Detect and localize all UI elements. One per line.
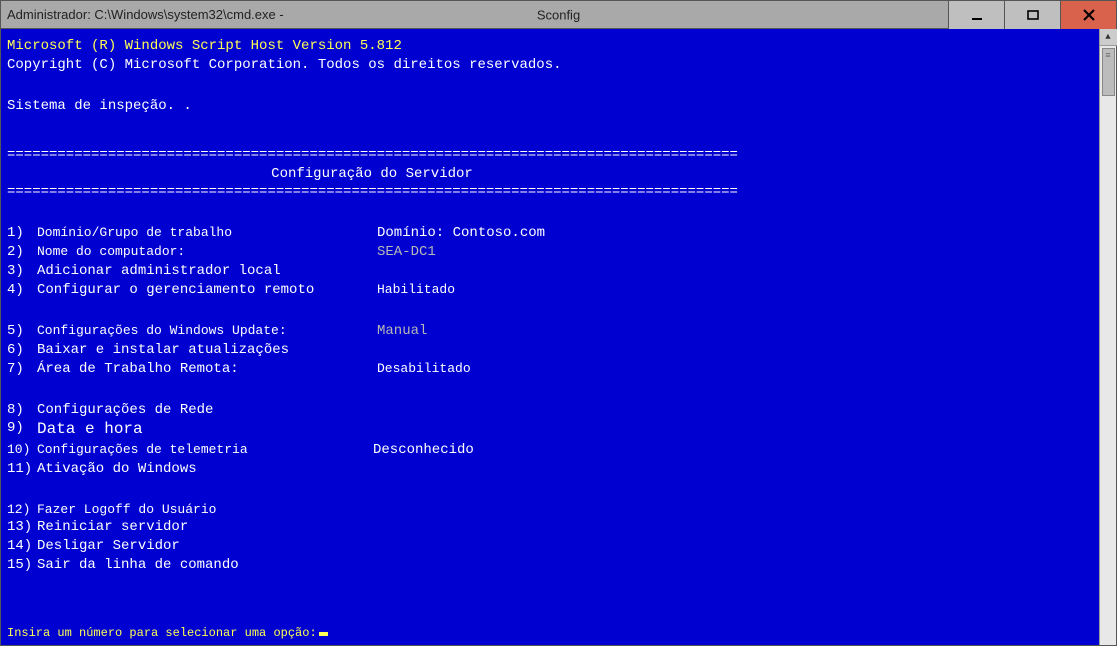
menu-item-4: 4) Configurar o gerenciamento remoto Hab… (7, 281, 1093, 300)
wsh-version: Microsoft (R) Windows Script Host Versio… (7, 37, 1093, 56)
window-buttons (948, 1, 1116, 29)
menu-item-3: 3) Adicionar administrador local (7, 262, 1093, 281)
scrollbar[interactable]: ▲ (1099, 29, 1116, 645)
scroll-up-button[interactable]: ▲ (1100, 29, 1117, 46)
menu-item-12: 12) Fazer Logoff do Usuário (7, 501, 1093, 519)
client-area: Microsoft (R) Windows Script Host Versio… (1, 29, 1116, 645)
console[interactable]: Microsoft (R) Windows Script Host Versio… (1, 29, 1099, 645)
menu-item-13: 13) Reiniciar servidor (7, 518, 1093, 537)
window-title: Administrador: C:\Windows\system32\cmd.e… (1, 7, 284, 22)
menu-item-9: 9) Data e hora (7, 419, 1093, 441)
section-title: Configuração do Servidor (7, 165, 737, 184)
prompt[interactable]: Insira um número para selecionar uma opç… (7, 625, 328, 641)
menu-item-14: 14) Desligar Servidor (7, 537, 1093, 556)
menu-item-1: 1) Domínio/Grupo de trabalho Domínio: Co… (7, 224, 1093, 243)
menu-item-7: 7) Área de Trabalho Remota: Desabilitado (7, 360, 1093, 379)
scroll-thumb[interactable] (1102, 48, 1115, 96)
copyright: Copyright (C) Microsoft Corporation. Tod… (7, 56, 1093, 75)
close-button[interactable] (1060, 1, 1116, 29)
menu-item-10: 10) Configurações de telemetria Desconhe… (7, 441, 1093, 460)
menu-item-8: 8) Configurações de Rede (7, 401, 1093, 420)
cmd-window: Administrador: C:\Windows\system32\cmd.e… (0, 0, 1117, 646)
menu-item-5: 5) Configurações do Windows Update: Manu… (7, 322, 1093, 341)
menu-item-15: 15) Sair da linha de comando (7, 556, 1093, 575)
maximize-button[interactable] (1004, 1, 1060, 29)
rule-top: ========================================… (7, 146, 1093, 165)
minimize-button[interactable] (948, 1, 1004, 29)
menu-item-6: 6) Baixar e instalar atualizações (7, 341, 1093, 360)
titlebar[interactable]: Administrador: C:\Windows\system32\cmd.e… (1, 1, 1116, 29)
menu-item-2: 2) Nome do computador: SEA-DC1 (7, 243, 1093, 262)
inspection-system: Sistema de inspeção. . (7, 97, 1093, 116)
menu-item-11: 11) Ativação do Windows (7, 460, 1093, 479)
cursor-icon (319, 632, 328, 636)
window-subtitle: Sconfig (537, 7, 580, 22)
rule-bottom: ========================================… (7, 183, 1093, 202)
